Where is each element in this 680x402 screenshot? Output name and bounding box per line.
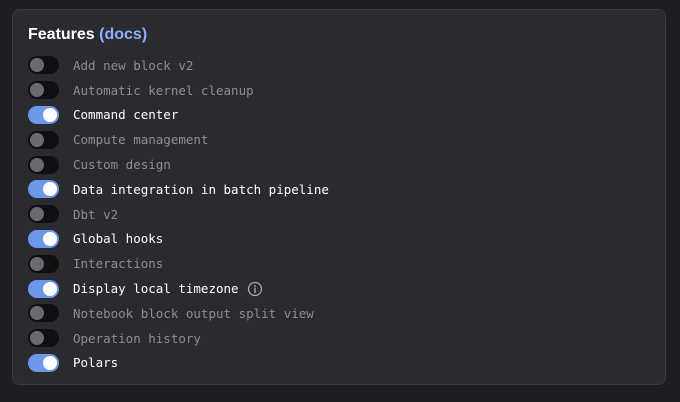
feature-label: Operation history — [73, 330, 201, 346]
feature-toggle[interactable] — [28, 56, 59, 75]
feature-toggle[interactable] — [28, 304, 59, 323]
feature-row: Compute management — [28, 127, 329, 152]
feature-row: Add new block v2 — [28, 53, 329, 78]
toggle-knob — [43, 281, 57, 296]
feature-toggle[interactable] — [28, 81, 59, 100]
feature-row: Notebook block output split view — [28, 301, 329, 326]
feature-toggle[interactable] — [28, 353, 59, 372]
toggle-knob — [43, 182, 57, 197]
features-title: Features — [28, 26, 95, 43]
feature-row: Polars — [28, 351, 329, 376]
toggle-knob — [43, 107, 57, 122]
feature-toggle[interactable] — [28, 105, 59, 124]
feature-label: Command center — [73, 107, 179, 123]
feature-label: Notebook block output split view — [73, 305, 314, 321]
feature-label: Custom design — [73, 157, 171, 173]
toggle-knob — [43, 355, 57, 370]
feature-toggle[interactable] — [28, 254, 59, 273]
feature-toggle[interactable] — [28, 205, 59, 224]
toggle-knob — [30, 58, 44, 73]
feature-row: Operation history — [28, 326, 329, 351]
feature-label: Interactions — [73, 256, 164, 272]
feature-label: Add new block v2 — [73, 57, 194, 73]
feature-toggle[interactable] — [28, 155, 59, 174]
toggle-knob — [30, 256, 44, 271]
feature-row: Global hooks — [28, 227, 329, 252]
feature-row: Custom design — [28, 152, 329, 177]
feature-label: Data integration in batch pipeline — [73, 181, 329, 197]
feature-label: Dbt v2 — [73, 206, 119, 222]
toggle-knob — [30, 157, 44, 172]
feature-list: Add new block v2 Automatic kernel cleanup… — [28, 53, 329, 375]
feature-toggle[interactable] — [28, 130, 59, 149]
toggle-knob — [30, 331, 44, 346]
toggle-knob — [30, 306, 44, 321]
features-panel: Features (docs) Add new block v2 Automati… — [12, 9, 666, 385]
feature-row: Data integration in batch pipeline — [28, 177, 329, 202]
feature-label: Automatic kernel cleanup — [73, 82, 254, 98]
toggle-knob — [30, 83, 44, 98]
toggle-knob — [30, 207, 44, 222]
feature-label: Polars — [73, 355, 119, 371]
feature-row: Interactions — [28, 251, 329, 276]
feature-label: Display local timezone — [73, 281, 239, 297]
feature-row: Automatic kernel cleanup — [28, 78, 329, 103]
feature-label: Global hooks — [73, 231, 164, 247]
feature-toggle[interactable] — [28, 279, 59, 298]
info-icon[interactable] — [247, 281, 263, 297]
docs-link[interactable]: (docs) — [99, 26, 147, 43]
feature-row: Command center — [28, 103, 329, 128]
toggle-knob — [30, 132, 44, 147]
feature-toggle[interactable] — [28, 329, 59, 348]
feature-toggle[interactable] — [28, 229, 59, 248]
feature-toggle[interactable] — [28, 180, 59, 199]
toggle-knob — [43, 231, 57, 246]
feature-row: Display local timezone — [28, 276, 329, 301]
feature-label: Compute management — [73, 132, 209, 148]
features-header: Features (docs) — [28, 26, 147, 44]
feature-row: Dbt v2 — [28, 202, 329, 227]
